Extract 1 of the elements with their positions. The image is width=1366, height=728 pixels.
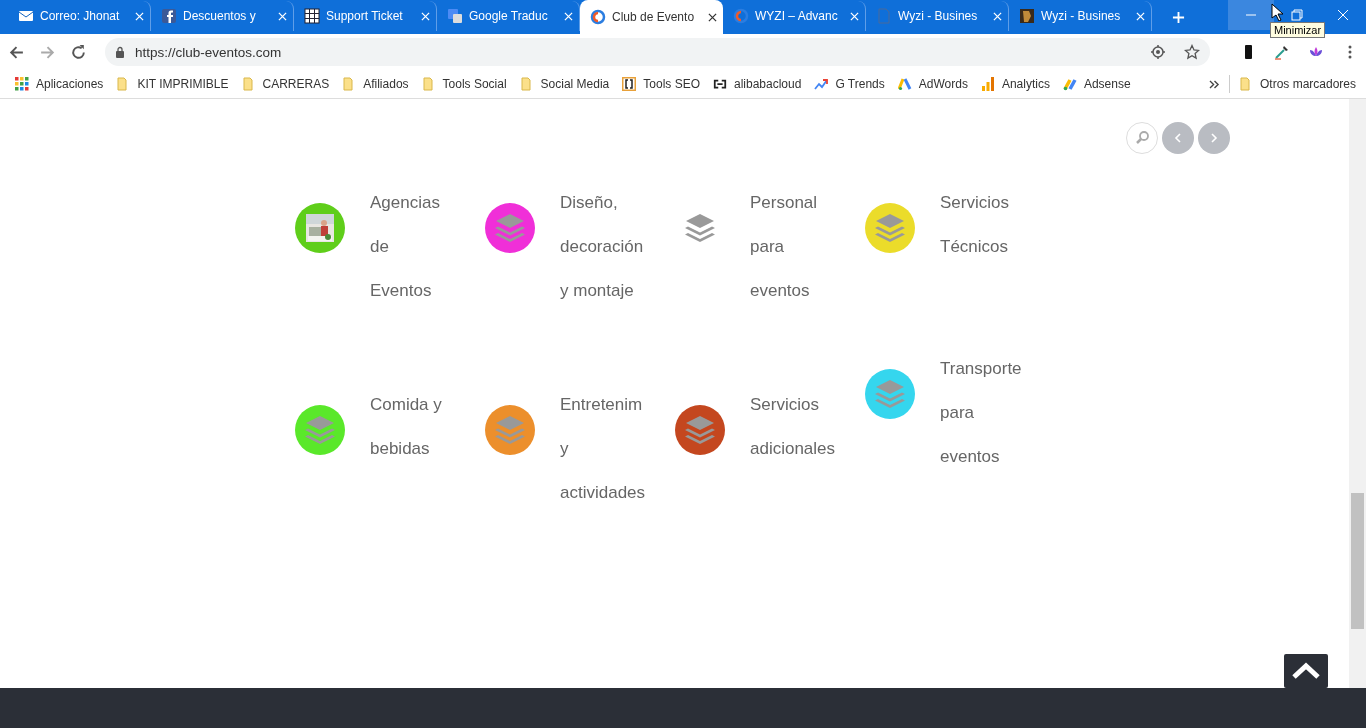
tooltip: Minimizar (1270, 22, 1326, 38)
